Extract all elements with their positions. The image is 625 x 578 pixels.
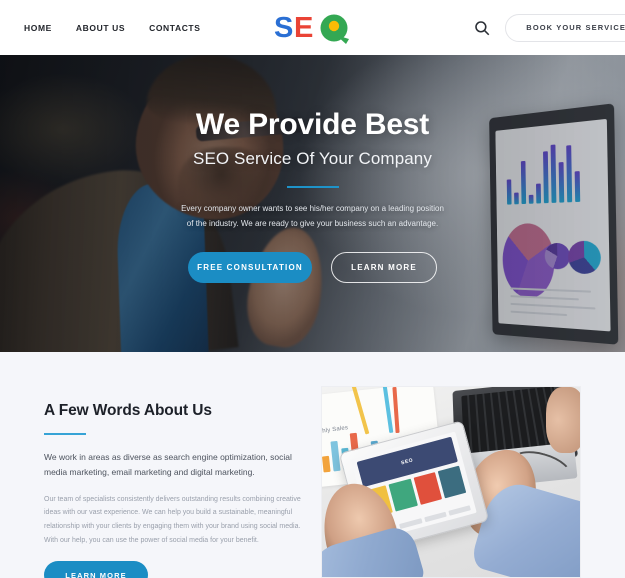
book-your-service-button[interactable]: BOOK YOUR SERVICE <box>505 13 625 42</box>
about-lead-paragraph: We work in areas as diverse as search en… <box>44 452 292 477</box>
hero-content: We Provide Best SEO Service Of Your Comp… <box>0 108 625 283</box>
about-photo: onthly Sales SEO <box>322 387 580 577</box>
about-body-paragraph: Our team of specialists consistently del… <box>44 495 301 544</box>
about-section: A Few Words About Us We work in areas as… <box>0 352 625 578</box>
hero-section: We Provide Best SEO Service Of Your Comp… <box>0 55 625 352</box>
free-consultation-button[interactable]: FREE CONSULTATION <box>188 251 312 283</box>
nav-item-about-us[interactable]: ABOUT US <box>76 23 125 33</box>
tablet-tile-teal <box>437 465 467 499</box>
about-tablet-seo-label: SEO <box>400 457 415 467</box>
about-person-shoulder <box>546 387 580 453</box>
about-divider <box>44 433 86 435</box>
nav-item-contacts[interactable]: CONTACTS <box>149 23 200 33</box>
about-title: A Few Words About Us <box>44 402 212 419</box>
header-actions: BOOK YOUR SERVICE <box>473 13 625 42</box>
paper-bar <box>330 440 341 472</box>
hero-subtitle: SEO Service Of Your Company <box>193 149 432 169</box>
tablet-tile-red <box>413 472 442 505</box>
svg-text:E: E <box>294 12 313 44</box>
about-paper-label: onthly Sales <box>322 425 349 436</box>
seo-logo-icon: S E <box>274 12 349 44</box>
about-text-column: A Few Words About Us We work in areas as… <box>44 402 316 578</box>
hero-buttons: FREE CONSULTATION LEARN MORE <box>0 251 625 283</box>
hero-paragraph: Every company owner wants to see his/her… <box>181 204 444 229</box>
hero-title: We Provide Best <box>195 108 430 141</box>
tablet-caption <box>399 518 423 529</box>
svg-text:S: S <box>274 12 293 44</box>
tablet-caption <box>448 505 471 516</box>
tablet-caption <box>423 511 447 523</box>
site-header: HOME ABOUT US CONTACTS S E BOOK YOUR SER… <box>0 0 625 55</box>
nav-item-home[interactable]: HOME <box>24 23 52 33</box>
site-logo[interactable]: S E <box>274 11 352 45</box>
search-icon[interactable] <box>473 19 491 37</box>
main-navigation: HOME ABOUT US CONTACTS <box>24 23 201 33</box>
hero-learn-more-button[interactable]: LEARN MORE <box>331 251 437 283</box>
paper-bar <box>322 455 331 473</box>
hero-divider <box>286 186 339 189</box>
about-learn-more-button[interactable]: LEARN MORE <box>44 561 148 578</box>
tablet-tile-green <box>388 478 418 512</box>
